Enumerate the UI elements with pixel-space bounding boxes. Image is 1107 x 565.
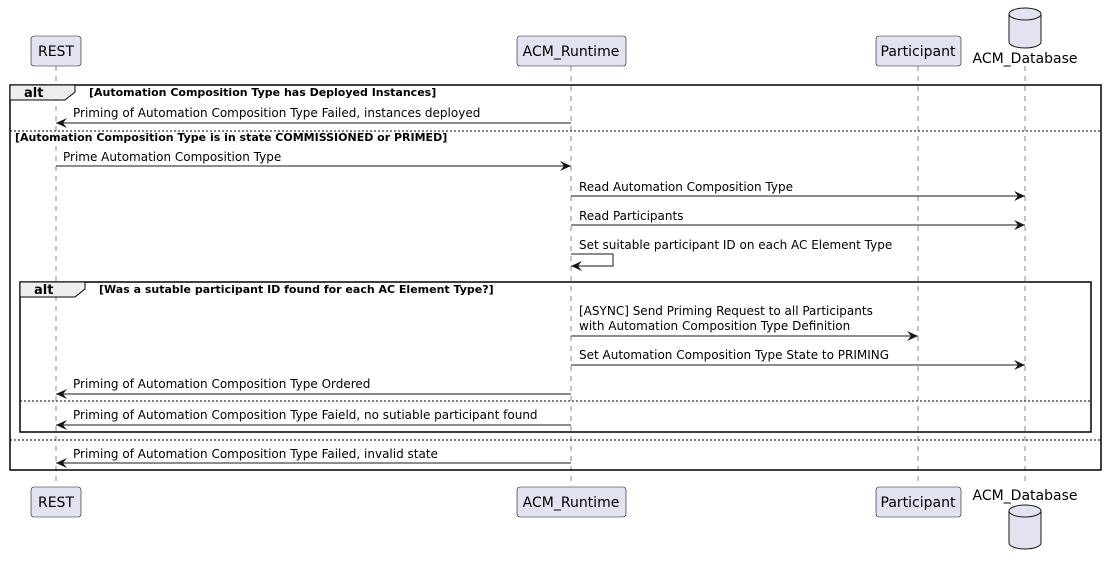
message-5-arrow bbox=[571, 253, 614, 271]
message-5-self: Set suitable participant ID on each AC E… bbox=[571, 238, 892, 271]
participant-runtime-top: ACM_Runtime bbox=[516, 35, 627, 67]
participant-rest-bottom: REST bbox=[30, 486, 82, 518]
message-6: [ASYNC] Send Priming Request to all Part… bbox=[571, 304, 918, 341]
message-7-label: Set Automation Composition Type State to… bbox=[579, 348, 889, 362]
message-4-label: Read Participants bbox=[579, 209, 683, 223]
message-10-label: Priming of Automation Composition Type F… bbox=[73, 447, 438, 461]
sequence-diagram: REST ACM_Runtime Participant ACM_Databas… bbox=[0, 0, 1107, 565]
message-9-label: Priming of Automation Composition Type F… bbox=[73, 408, 538, 422]
participant-participant-bottom: Participant bbox=[875, 486, 962, 518]
message-1-label: Priming of Automation Composition Type F… bbox=[73, 106, 480, 120]
message-3: Read Automation Composition Type bbox=[571, 180, 1025, 201]
message-8-label: Priming of Automation Composition Type O… bbox=[73, 377, 370, 391]
message-6-label-line-1: [ASYNC] Send Priming Request to all Part… bbox=[579, 304, 873, 318]
message-5-label: Set suitable participant ID on each AC E… bbox=[579, 238, 892, 252]
participant-participant-label-bottom: Participant bbox=[881, 495, 956, 511]
message-9: Priming of Automation Composition Type F… bbox=[56, 408, 571, 430]
participant-runtime-bottom: ACM_Runtime bbox=[516, 486, 627, 518]
message-2: Prime Automation Composition Type bbox=[56, 150, 571, 171]
outer-alt-keyword: alt bbox=[24, 86, 43, 101]
participant-rest-top: REST bbox=[30, 35, 82, 67]
message-6-label-line-2: with Automation Composition Type Definit… bbox=[579, 319, 850, 333]
outer-alt-guard-2: [Automation Composition Type is in state… bbox=[15, 131, 447, 144]
database-icon-top: ACM_Database bbox=[973, 7, 1078, 67]
message-4: Read Participants bbox=[571, 209, 1025, 230]
participant-database-label: ACM_Database bbox=[973, 51, 1078, 67]
message-7: Set Automation Composition Type State to… bbox=[571, 348, 1025, 370]
inner-alt-guard-1: [Was a sutable participant ID found for … bbox=[99, 283, 494, 296]
participant-rest-label-bottom: REST bbox=[38, 495, 74, 511]
participant-database-label-bottom: ACM_Database bbox=[973, 488, 1078, 504]
participant-participant-label: Participant bbox=[881, 44, 956, 60]
message-10: Priming of Automation Composition Type F… bbox=[56, 447, 571, 468]
database-icon-bottom: ACM_Database bbox=[973, 488, 1078, 550]
participant-runtime-label-bottom: ACM_Runtime bbox=[523, 495, 620, 511]
message-2-label: Prime Automation Composition Type bbox=[63, 150, 281, 164]
message-1: Priming of Automation Composition Type F… bbox=[56, 106, 571, 128]
sequence-diagram-svg: REST ACM_Runtime Participant ACM_Databas… bbox=[9, 7, 1102, 550]
message-3-label: Read Automation Composition Type bbox=[579, 180, 793, 194]
message-8: Priming of Automation Composition Type O… bbox=[56, 377, 571, 399]
inner-alt-keyword: alt bbox=[34, 283, 53, 298]
participant-runtime-label: ACM_Runtime bbox=[523, 44, 620, 60]
outer-alt-guard-1: [Automation Composition Type has Deploye… bbox=[89, 86, 436, 99]
participant-rest-label: REST bbox=[38, 44, 74, 60]
participant-participant-top: Participant bbox=[875, 35, 962, 67]
